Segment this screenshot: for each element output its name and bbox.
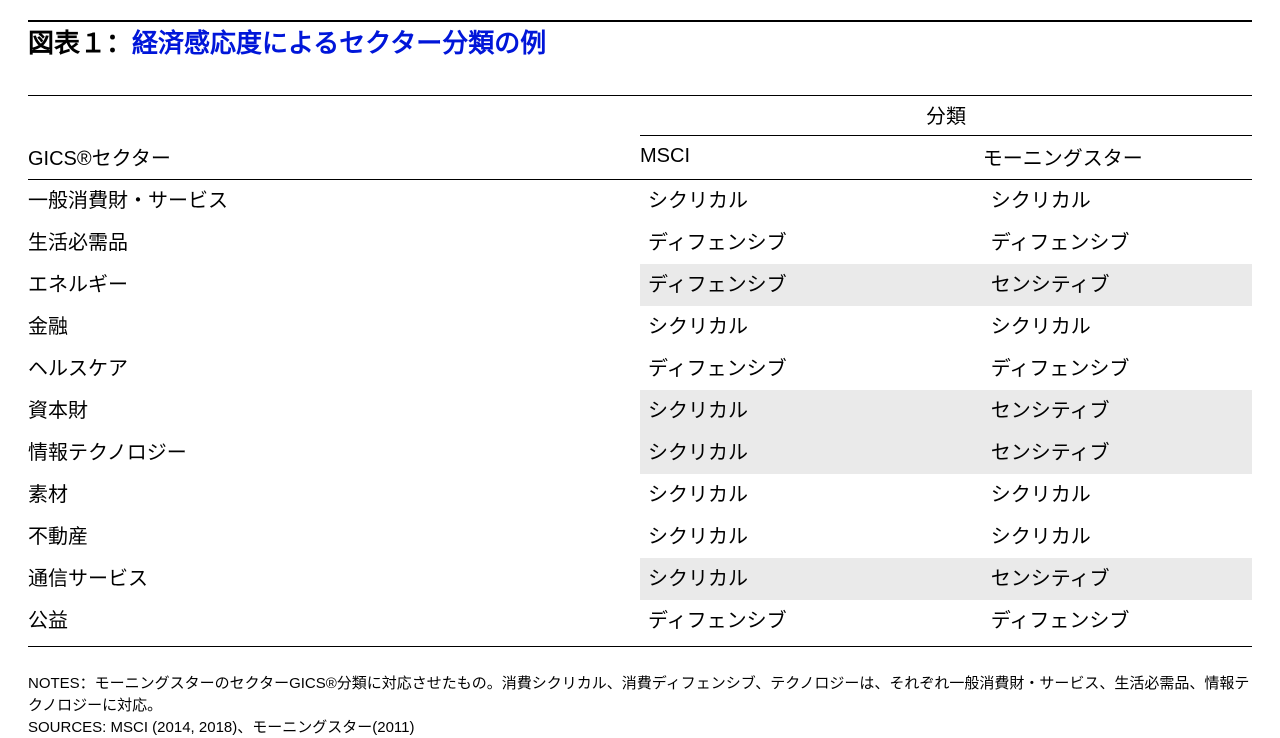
cell-morningstar: ディフェンシブ bbox=[983, 222, 1252, 264]
cell-msci: ディフェンシブ bbox=[640, 348, 983, 390]
header-blank bbox=[28, 96, 640, 136]
table-wrap: 分類 GICS®セクター MSCI モーニングスター 一般消費財・サービスシクリ… bbox=[28, 95, 1252, 647]
cell-sector: 不動産 bbox=[28, 516, 640, 558]
header-msci: MSCI bbox=[640, 136, 983, 180]
cell-morningstar: センシティブ bbox=[983, 264, 1252, 306]
cell-msci: シクリカル bbox=[640, 432, 983, 474]
cell-msci: シクリカル bbox=[640, 306, 983, 348]
cell-morningstar: シクリカル bbox=[983, 306, 1252, 348]
header-sector: GICS®セクター bbox=[28, 136, 640, 180]
table-sub-header-row: GICS®セクター MSCI モーニングスター bbox=[28, 136, 1252, 180]
cell-morningstar: ディフェンシブ bbox=[983, 348, 1252, 390]
exhibit-title: 図表１：経済感応度によるセクター分類の例 bbox=[28, 28, 1252, 59]
page: 図表１：経済感応度によるセクター分類の例 分類 GICS®セクター MSCI モ… bbox=[0, 0, 1280, 738]
table-row: 不動産シクリカルシクリカル bbox=[28, 516, 1252, 558]
cell-sector: ヘルスケア bbox=[28, 348, 640, 390]
sector-classification-table: 分類 GICS®セクター MSCI モーニングスター 一般消費財・サービスシクリ… bbox=[28, 95, 1252, 647]
cell-sector: 金融 bbox=[28, 306, 640, 348]
cell-morningstar: センシティブ bbox=[983, 432, 1252, 474]
title-lead: 図表１： bbox=[28, 28, 132, 58]
cell-msci: シクリカル bbox=[640, 474, 983, 516]
cell-morningstar: センシティブ bbox=[983, 558, 1252, 600]
table-row: 生活必需品ディフェンシブディフェンシブ bbox=[28, 222, 1252, 264]
table-row: 一般消費財・サービスシクリカルシクリカル bbox=[28, 180, 1252, 223]
cell-sector: 素材 bbox=[28, 474, 640, 516]
header-morningstar: モーニングスター bbox=[983, 136, 1252, 180]
table-row: 金融シクリカルシクリカル bbox=[28, 306, 1252, 348]
cell-sector: 資本財 bbox=[28, 390, 640, 432]
table-body: 一般消費財・サービスシクリカルシクリカル生活必需品ディフェンシブディフェンシブエ… bbox=[28, 180, 1252, 647]
cell-msci: ディフェンシブ bbox=[640, 264, 983, 306]
cell-morningstar: ディフェンシブ bbox=[983, 600, 1252, 647]
cell-sector: 情報テクノロジー bbox=[28, 432, 640, 474]
table-row: 公益ディフェンシブディフェンシブ bbox=[28, 600, 1252, 647]
cell-msci: シクリカル bbox=[640, 390, 983, 432]
cell-morningstar: センシティブ bbox=[983, 390, 1252, 432]
table-super-header-row: 分類 bbox=[28, 96, 1252, 136]
cell-msci: シクリカル bbox=[640, 516, 983, 558]
cell-msci: ディフェンシブ bbox=[640, 222, 983, 264]
table-row: ヘルスケアディフェンシブディフェンシブ bbox=[28, 348, 1252, 390]
table-row: 素材シクリカルシクリカル bbox=[28, 474, 1252, 516]
cell-sector: エネルギー bbox=[28, 264, 640, 306]
cell-sector: 一般消費財・サービス bbox=[28, 180, 640, 223]
cell-morningstar: シクリカル bbox=[983, 516, 1252, 558]
title-highlight: 経済感応度によるセクター分類の例 bbox=[132, 28, 546, 58]
header-category: 分類 bbox=[640, 96, 1252, 136]
table-row: エネルギーディフェンシブセンシティブ bbox=[28, 264, 1252, 306]
table-head: 分類 GICS®セクター MSCI モーニングスター bbox=[28, 96, 1252, 180]
notes-text: NOTES：モーニングスターのセクターGICS®分類に対応させたもの。消費シクリ… bbox=[28, 673, 1252, 717]
top-rule bbox=[28, 20, 1252, 22]
cell-sector: 公益 bbox=[28, 600, 640, 647]
cell-msci: ディフェンシブ bbox=[640, 600, 983, 647]
cell-morningstar: シクリカル bbox=[983, 180, 1252, 223]
cell-morningstar: シクリカル bbox=[983, 474, 1252, 516]
table-row: 情報テクノロジーシクリカルセンシティブ bbox=[28, 432, 1252, 474]
cell-msci: シクリカル bbox=[640, 558, 983, 600]
table-row: 通信サービスシクリカルセンシティブ bbox=[28, 558, 1252, 600]
table-row: 資本財シクリカルセンシティブ bbox=[28, 390, 1252, 432]
cell-msci: シクリカル bbox=[640, 180, 983, 223]
footer: NOTES：モーニングスターのセクターGICS®分類に対応させたもの。消費シクリ… bbox=[28, 673, 1252, 738]
cell-sector: 通信サービス bbox=[28, 558, 640, 600]
cell-sector: 生活必需品 bbox=[28, 222, 640, 264]
